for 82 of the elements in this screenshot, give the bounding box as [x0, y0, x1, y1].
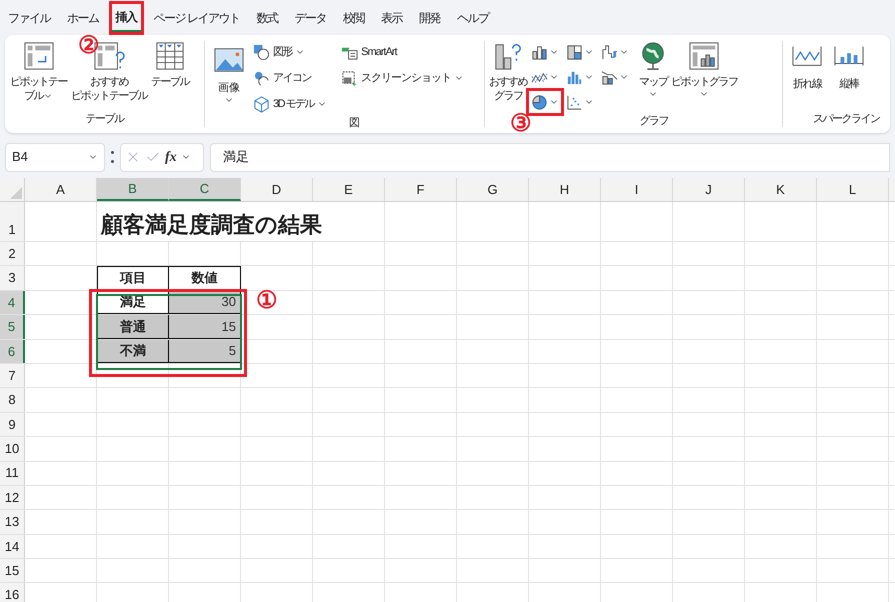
column-header[interactable]: I [601, 178, 673, 201]
menu-tab[interactable]: ホーム [63, 4, 102, 32]
insert-function-button[interactable]: fx [165, 146, 177, 168]
map-button[interactable]: マップ [637, 41, 669, 113]
column-header[interactable]: C [169, 178, 241, 201]
row-header[interactable]: 13 [0, 510, 25, 534]
row-header[interactable]: 16 [0, 583, 25, 602]
table-cell: 項目 [97, 266, 169, 290]
group-label: グラフ [639, 114, 668, 129]
table-cell: 不満 [97, 340, 169, 363]
row-header[interactable]: 11 [0, 462, 25, 485]
table-cell: 数値 [169, 266, 241, 290]
table-cell: 15 [169, 315, 241, 339]
column-header[interactable]: E [313, 178, 385, 201]
combo-icon [601, 68, 618, 86]
hierarchy-icon [566, 44, 583, 60]
menu-tab[interactable]: 表示 [376, 4, 406, 32]
column-header[interactable]: L [817, 178, 889, 201]
table-cell: 普通 [97, 315, 169, 339]
ribbon-button[interactable]: 図形 [253, 41, 328, 63]
row-header[interactable]: 10 [0, 437, 25, 461]
menu-tab[interactable]: 校閲 [338, 4, 368, 32]
pivot-chart-icon [688, 41, 720, 71]
chart-type-button[interactable] [529, 91, 561, 113]
ribbon-button[interactable]: ピボットテー ブル [9, 41, 68, 110]
table-cell: 5 [169, 340, 241, 363]
shapes-icon [253, 44, 270, 60]
group-label: 図 [349, 116, 360, 131]
row-header[interactable]: 6 [0, 340, 25, 363]
menu-tab[interactable]: 開発 [414, 4, 444, 32]
image-button[interactable]: 画像 [213, 41, 245, 115]
pie-icon [531, 94, 548, 110]
table-icon [154, 41, 186, 71]
row-header[interactable]: 15 [0, 559, 25, 582]
column-header[interactable]: F [385, 178, 457, 201]
name-box[interactable]: B4 [5, 142, 105, 172]
step-number: ① [256, 289, 278, 313]
row-header[interactable]: 3 [0, 266, 25, 290]
ribbon-button[interactable]: スクリーンショット [341, 67, 464, 89]
icons-icon [253, 70, 270, 86]
group-label: テーブル [86, 112, 124, 126]
row-header[interactable]: 8 [0, 388, 25, 412]
row-header[interactable]: 1 [0, 202, 25, 241]
ribbon-button[interactable]: アイコン [253, 67, 328, 89]
sparkline-button[interactable]: 折れ線 [791, 41, 823, 110]
row-header[interactable]: 7 [0, 364, 25, 388]
step-number: ② [78, 34, 100, 58]
ribbon-button[interactable]: 3D モデル [253, 93, 328, 115]
row-header[interactable]: 12 [0, 486, 25, 510]
pivot-chart-button[interactable]: ピボットグラフ [671, 41, 738, 113]
formula-field[interactable]: 満足 [210, 142, 890, 172]
column-header[interactable]: H [529, 178, 601, 201]
group-label: スパークライン [813, 112, 880, 126]
column-header[interactable]: G [457, 178, 529, 201]
column-header[interactable]: K [745, 178, 817, 201]
column-header[interactable]: J [673, 178, 745, 201]
menu-tab[interactable]: ファイル [4, 4, 54, 32]
row-header[interactable]: 9 [0, 412, 25, 436]
column-icon [531, 44, 548, 60]
column-header[interactable]: D [241, 178, 313, 201]
row-header[interactable]: 14 [0, 534, 25, 558]
screenshot-icon [341, 70, 358, 86]
column-header[interactable]: B [97, 178, 169, 201]
row-header[interactable]: 4 [0, 290, 25, 314]
ribbon-button[interactable]: SmartArt [341, 41, 464, 63]
sparkline-button[interactable]: 縦棒 [833, 41, 865, 110]
recommended-chart-button[interactable]: おすすめ グラフ [489, 41, 527, 113]
waterfall-icon [601, 44, 618, 60]
row-header[interactable]: 5 [0, 315, 25, 339]
step-number: ③ [510, 112, 532, 136]
scatter-icon [566, 94, 583, 110]
menu-tab[interactable]: ページ レイアウト [150, 4, 244, 32]
sheet-title: 顧客満足度調査の結果 [101, 211, 322, 239]
row-header[interactable]: 2 [0, 242, 25, 266]
pivot-icon [22, 41, 54, 71]
model3d-icon [253, 96, 270, 112]
menu-tab[interactable]: 数式 [252, 4, 282, 32]
cell-reference: B4 [12, 148, 28, 166]
more-icon [111, 151, 114, 163]
menu-tab[interactable]: データ [290, 4, 330, 32]
ribbon-button[interactable]: テーブル [150, 41, 190, 110]
menu-tab[interactable]: ヘルプ [452, 4, 492, 32]
